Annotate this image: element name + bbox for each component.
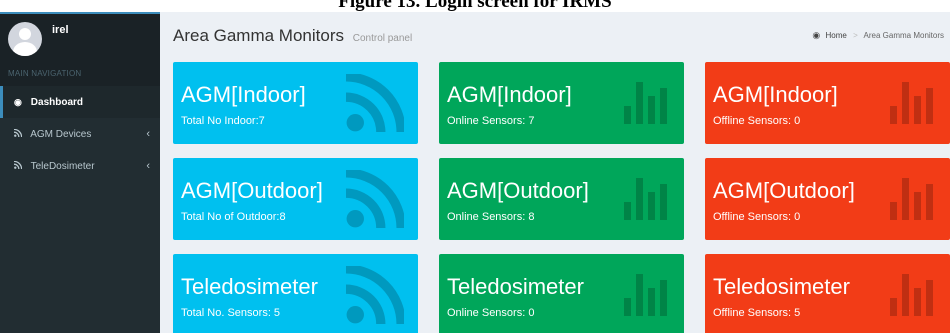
- info-box-agm-indoor-online[interactable]: AGM[Indoor] Online Sensors: 7: [439, 62, 684, 144]
- info-box-teledosimeter-total[interactable]: Teledosimeter Total No. Sensors: 5: [173, 254, 418, 333]
- info-box-title: Teledosimeter: [181, 274, 318, 299]
- info-box-agm-indoor-total[interactable]: AGM[Indoor] Total No Indoor:7: [173, 62, 418, 144]
- bar-chart-icon: [890, 178, 933, 220]
- rss-icon: [346, 266, 404, 324]
- sidebar-item-agm-devices[interactable]: AGM Devices ‹: [0, 118, 160, 150]
- figure-caption-text: Figure 13. Login screen for IRMS: [338, 0, 612, 12]
- sidebar-item-label: TeleDosimeter: [30, 161, 95, 172]
- sidebar: irel MAIN NAVIGATION ◉ Dashboard AGM Dev…: [0, 12, 160, 333]
- info-box-teledosimeter-online[interactable]: Teledosimeter Online Sensors: 0: [439, 254, 684, 333]
- breadcrumb: ◉ Home > Area Gamma Monitors: [812, 30, 944, 41]
- user-name: irel: [52, 24, 69, 36]
- info-box-agm-outdoor-online[interactable]: AGM[Outdoor] Online Sensors: 8: [439, 158, 684, 240]
- sidebar-item-teledosimeter[interactable]: TeleDosimeter ‹: [0, 150, 160, 182]
- avatar[interactable]: [8, 22, 42, 56]
- rss-icon: [346, 170, 404, 228]
- page-subtitle: Control panel: [352, 33, 413, 44]
- info-box-teledosimeter-offline[interactable]: Teledosimeter Offline Sensors: 5: [705, 254, 950, 333]
- user-panel: irel: [0, 12, 160, 62]
- breadcrumb-separator: >: [853, 31, 858, 40]
- sidebar-item-dashboard[interactable]: ◉ Dashboard: [0, 86, 160, 118]
- breadcrumb-home-link[interactable]: Home: [826, 31, 847, 40]
- sidebar-item-label: Dashboard: [30, 97, 84, 108]
- breadcrumb-current: Area Gamma Monitors: [863, 31, 944, 40]
- info-box-title: AGM[Indoor]: [181, 82, 306, 107]
- info-box-subtitle: Online Sensors: 7: [447, 115, 535, 127]
- info-box-agm-indoor-offline[interactable]: AGM[Indoor] Offline Sensors: 0: [705, 62, 950, 144]
- info-box-agm-outdoor-total[interactable]: AGM[Outdoor] Total No of Outdoor:8: [173, 158, 418, 240]
- main-content: Area Gamma Monitors Control panel ◉ Home…: [160, 12, 950, 333]
- figure-caption: Figure 13. Login screen for IRMS: [0, 0, 950, 12]
- page-title-text: Area Gamma Monitors: [173, 26, 344, 45]
- info-box-title: Teledosimeter: [447, 274, 584, 299]
- info-box-subtitle: Total No. Sensors: 5: [181, 307, 281, 319]
- sidebar-item-label: AGM Devices: [30, 129, 92, 140]
- page-title: Area Gamma Monitors Control panel: [173, 26, 412, 46]
- home-icon: ◉: [812, 30, 821, 40]
- rss-icon: [13, 118, 28, 150]
- info-box-title: AGM[Outdoor]: [447, 178, 589, 203]
- info-box-title: AGM[Indoor]: [713, 82, 838, 107]
- info-box-subtitle: Online Sensors: 8: [447, 211, 535, 223]
- avatar-head-shape: [19, 28, 31, 40]
- info-box-subtitle: Total No Indoor:7: [181, 115, 265, 127]
- rss-icon: [346, 74, 404, 132]
- info-box-title: AGM[Indoor]: [447, 82, 572, 107]
- info-box-subtitle: Offline Sensors: 0: [713, 115, 801, 127]
- info-box-agm-outdoor-offline[interactable]: AGM[Outdoor] Offline Sensors: 0: [705, 158, 950, 240]
- bar-chart-icon: [890, 274, 933, 316]
- info-box-title: AGM[Outdoor]: [713, 178, 855, 203]
- rss-icon: [13, 150, 28, 182]
- info-box-title: AGM[Outdoor]: [181, 178, 323, 203]
- bar-chart-icon: [624, 178, 667, 220]
- content-header: Area Gamma Monitors Control panel ◉ Home…: [160, 12, 950, 60]
- nav-header: MAIN NAVIGATION: [0, 62, 160, 86]
- info-box-subtitle: Offline Sensors: 5: [713, 307, 801, 319]
- chevron-left-icon: ‹: [146, 128, 150, 140]
- bar-chart-icon: [890, 82, 933, 124]
- chevron-left-icon: ‹: [146, 160, 150, 172]
- info-box-subtitle: Online Sensors: 0: [447, 307, 535, 319]
- bar-chart-icon: [624, 274, 667, 316]
- dashboard-icon: ◉: [14, 97, 22, 107]
- avatar-body-shape: [13, 42, 37, 56]
- bar-chart-icon: [624, 82, 667, 124]
- info-box-title: Teledosimeter: [713, 274, 850, 299]
- app-window: irel MAIN NAVIGATION ◉ Dashboard AGM Dev…: [0, 12, 950, 333]
- info-box-subtitle: Offline Sensors: 0: [713, 211, 801, 223]
- info-box-subtitle: Total No of Outdoor:8: [181, 211, 286, 223]
